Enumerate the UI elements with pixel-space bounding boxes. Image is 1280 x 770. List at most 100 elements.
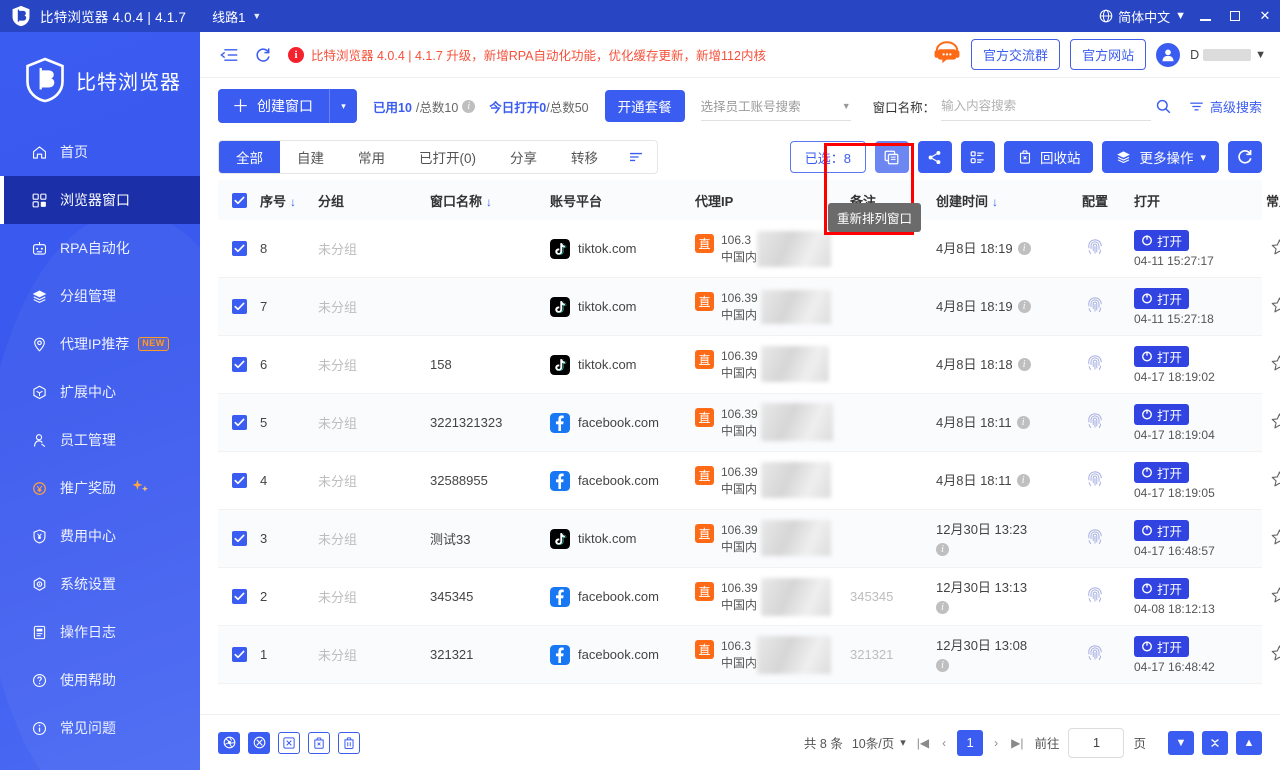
row-favorite[interactable] <box>1244 412 1280 434</box>
refresh-circle-icon[interactable] <box>1228 141 1262 173</box>
tab-favorites[interactable]: 常用 <box>341 140 402 174</box>
table-row[interactable]: 6 未分组 158 tiktok.com 直 106.39 <box>218 336 1262 394</box>
clear-cache-icon[interactable] <box>308 732 330 754</box>
prev-page-button[interactable]: ‹ <box>940 736 948 750</box>
row-config[interactable] <box>1056 469 1134 492</box>
column-group[interactable]: 分组 <box>318 191 430 210</box>
route-selector-label[interactable]: 线路1 <box>212 7 245 26</box>
minimize-button[interactable] <box>1190 0 1220 32</box>
close-all-icon[interactable] <box>248 732 270 754</box>
open-button[interactable]: 打开 <box>1134 346 1189 367</box>
table-row[interactable]: 7 未分组 tiktok.com 直 106.39 <box>218 278 1262 336</box>
sidebar-item-billing[interactable]: 费用中心 <box>0 512 200 560</box>
row-config[interactable] <box>1056 353 1134 376</box>
table-row[interactable]: 5 未分组 3221321323 facebook.com 直 10 <box>218 394 1262 452</box>
chevron-down-icon[interactable]: ▼ <box>252 11 261 21</box>
row-config[interactable] <box>1056 527 1134 550</box>
row-checkbox[interactable] <box>218 531 260 546</box>
first-page-button[interactable]: |◀ <box>915 736 931 750</box>
scroll-down-icon[interactable]: ▼ <box>1168 731 1194 755</box>
info-icon[interactable]: i <box>936 601 949 614</box>
sidebar-item-home[interactable]: 首页 <box>0 128 200 176</box>
row-config[interactable] <box>1056 643 1134 666</box>
list-view-icon[interactable] <box>961 141 995 173</box>
create-window-button[interactable]: ＋ 创建窗口 <box>218 89 329 123</box>
rearrange-windows-icon[interactable] <box>875 141 909 173</box>
sidebar-item-staff[interactable]: 员工管理 <box>0 416 200 464</box>
sidebar-item-proxy-ip[interactable]: 代理IP推荐 NEW <box>0 320 200 368</box>
maximize-button[interactable] <box>1220 0 1250 32</box>
more-actions-button[interactable]: 更多操作 ▾ <box>1102 141 1219 173</box>
row-favorite[interactable] <box>1244 296 1280 318</box>
row-favorite[interactable] <box>1244 238 1280 260</box>
close-button[interactable]: ✕ <box>1250 0 1280 32</box>
column-platform[interactable]: 账号平台 <box>550 191 695 210</box>
sidebar-item-browser-windows[interactable]: 浏览器窗口 <box>0 176 200 224</box>
table-row[interactable]: 1 未分组 321321 facebook.com 直 106.3 <box>218 626 1262 684</box>
collapse-sidebar-icon[interactable] <box>216 42 242 68</box>
headset-chat-icon[interactable] <box>933 39 961 70</box>
sidebar-item-system-settings[interactable]: 系统设置 <box>0 560 200 608</box>
goto-page-input[interactable] <box>1068 728 1124 758</box>
sync-all-icon[interactable] <box>218 732 240 754</box>
delete-icon[interactable] <box>338 732 360 754</box>
buy-plan-button[interactable]: 开通套餐 <box>605 90 685 122</box>
sidebar-item-rpa[interactable]: RPA自动化 <box>0 224 200 272</box>
tab-shared[interactable]: 分享 <box>493 140 554 174</box>
recycle-bin-button[interactable]: 回收站 <box>1004 141 1094 173</box>
open-button[interactable]: 打开 <box>1134 520 1189 541</box>
sidebar-item-help[interactable]: 使用帮助 <box>0 656 200 704</box>
page-size-select[interactable]: 10条/页 ▾ <box>852 733 906 752</box>
row-favorite[interactable] <box>1244 644 1280 666</box>
open-button[interactable]: 打开 <box>1134 230 1189 251</box>
info-icon[interactable]: i <box>936 659 949 672</box>
tab-all[interactable]: 全部 <box>219 140 280 174</box>
column-window-name[interactable]: 窗口名称↓ <box>430 191 550 210</box>
search-input[interactable] <box>941 91 1151 121</box>
row-config[interactable] <box>1056 411 1134 434</box>
sidebar-item-promotion[interactable]: 推广奖励 <box>0 464 200 512</box>
row-config[interactable] <box>1056 237 1134 260</box>
row-checkbox[interactable] <box>218 241 260 256</box>
scroll-up-icon[interactable]: ▲ <box>1236 731 1262 755</box>
row-favorite[interactable] <box>1244 586 1280 608</box>
row-favorite[interactable] <box>1244 354 1280 376</box>
sidebar-item-group-management[interactable]: 分组管理 <box>0 272 200 320</box>
sidebar-item-operation-log[interactable]: 操作日志 <box>0 608 200 656</box>
user-menu[interactable]: D ▼ <box>1190 48 1266 62</box>
info-icon[interactable]: i <box>462 100 475 113</box>
share-icon[interactable] <box>918 141 952 173</box>
info-icon[interactable]: i <box>936 543 949 556</box>
open-button[interactable]: 打开 <box>1134 404 1189 425</box>
tab-opened[interactable]: 已打开(0) <box>402 140 493 174</box>
row-config[interactable] <box>1056 585 1134 608</box>
official-website-button[interactable]: 官方网站 <box>1070 39 1146 70</box>
sidebar-item-extensions[interactable]: 扩展中心 <box>0 368 200 416</box>
open-button[interactable]: 打开 <box>1134 578 1189 599</box>
tab-sort-icon[interactable] <box>615 140 657 174</box>
next-page-button[interactable]: › <box>992 736 1000 750</box>
advanced-search-button[interactable]: 高级搜索 <box>1189 97 1262 116</box>
column-created-time[interactable]: 创建时间↓ <box>936 191 1056 210</box>
info-icon[interactable]: i <box>1017 474 1030 487</box>
table-row[interactable]: 2 未分组 345345 facebook.com 直 106.39 <box>218 568 1262 626</box>
info-icon[interactable]: i <box>1018 358 1031 371</box>
collapse-rows-icon[interactable] <box>1202 731 1228 755</box>
open-button[interactable]: 打开 <box>1134 462 1189 483</box>
employee-account-select[interactable]: 选择员工账号搜索 ▼ <box>701 91 851 121</box>
language-selector[interactable]: 简体中文 ▼ <box>1099 7 1186 26</box>
row-config[interactable] <box>1056 295 1134 318</box>
row-checkbox[interactable] <box>218 357 260 372</box>
close-selected-icon[interactable] <box>278 732 300 754</box>
column-config[interactable]: 配置 <box>1056 191 1134 210</box>
update-notice[interactable]: i 比特浏览器 4.0.4 | 4.1.7 升级，新增RPA自动化功能，优化缓存… <box>288 45 766 64</box>
avatar[interactable] <box>1156 43 1180 67</box>
column-favorite[interactable]: 常用 <box>1244 191 1280 210</box>
selected-count-chip[interactable]: 已选：8 <box>790 141 866 173</box>
create-window-dropdown[interactable]: ▾ <box>329 89 357 123</box>
row-checkbox[interactable] <box>218 647 260 662</box>
column-proxy-ip[interactable]: 代理IP <box>695 191 850 210</box>
row-checkbox[interactable] <box>218 299 260 314</box>
open-button[interactable]: 打开 <box>1134 288 1189 309</box>
refresh-icon[interactable] <box>250 42 276 68</box>
